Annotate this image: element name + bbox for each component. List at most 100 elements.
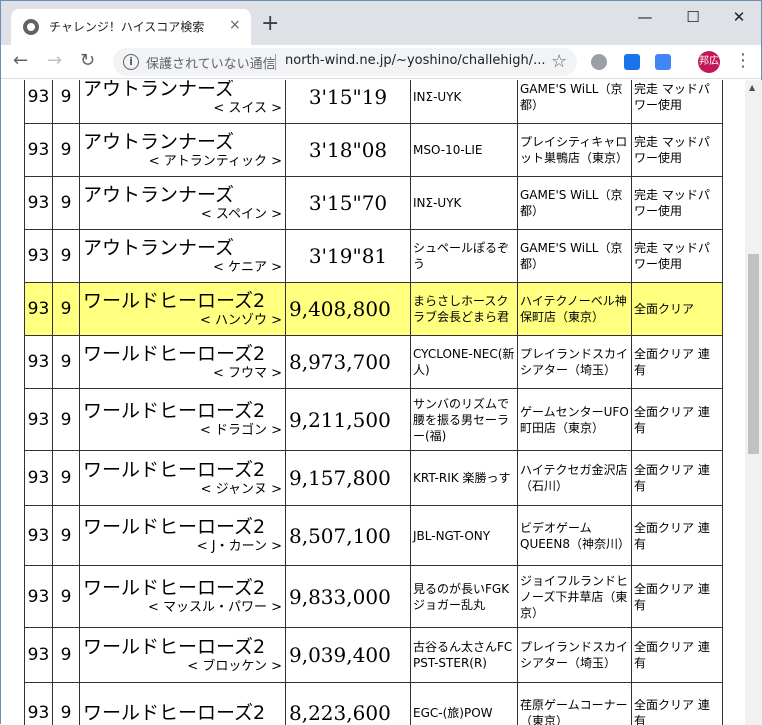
tab-close-icon[interactable]: × bbox=[229, 17, 241, 33]
game-cell: ワールドヒーローズ2< ジャンヌ > bbox=[80, 451, 286, 506]
table-row: 939ワールドヒーローズ2< フウマ >8,973,700CYCLONE-NEC… bbox=[25, 336, 723, 389]
shop-cell: ゲームセンターUFO町田店（東京） bbox=[518, 389, 632, 451]
game-subtitle: < スペイン > bbox=[83, 206, 282, 223]
score-cell: 3'15"70 bbox=[286, 177, 411, 230]
note-cell: 全面クリア bbox=[632, 283, 723, 336]
new-tab-button[interactable]: + bbox=[261, 13, 279, 35]
issue-number-cell: 93 bbox=[25, 389, 53, 451]
reload-button[interactable]: ↻ bbox=[80, 50, 95, 72]
game-title: アウトランナーズ bbox=[83, 237, 282, 259]
month-cell: 9 bbox=[53, 177, 80, 230]
game-title: ワールドヒーローズ2 bbox=[83, 702, 282, 724]
issue-number-cell: 93 bbox=[25, 628, 53, 683]
avatar[interactable]: 邦広 bbox=[698, 51, 720, 73]
scroll-thumb[interactable] bbox=[748, 254, 759, 454]
message-extension-icon[interactable] bbox=[655, 54, 671, 70]
game-subtitle: < マッスル・パワー > bbox=[83, 599, 282, 616]
issue-number-cell: 93 bbox=[25, 506, 53, 566]
table-row: 939ワールドヒーローズ2< ハンゾウ >9,408,800まらさしホースクラブ… bbox=[25, 283, 723, 336]
player-cell: INΣ-UYK bbox=[411, 177, 518, 230]
game-title: ワールドヒーローズ2 bbox=[83, 636, 282, 658]
player-cell: 見るのが長いFGKジョガー乱丸 bbox=[411, 566, 518, 628]
url-text[interactable]: north-wind.ne.jp/~yoshino/challehigh/... bbox=[285, 53, 545, 68]
shop-cell: GAME'S WiLL（京都） bbox=[518, 80, 632, 124]
score-cell: 8,223,600 bbox=[286, 683, 411, 725]
page-content: 939アウトランナーズ< スイス >3'15"19INΣ-UYKGAME'S W… bbox=[1, 80, 745, 725]
highscore-table: 939アウトランナーズ< スイス >3'15"19INΣ-UYKGAME'S W… bbox=[24, 80, 723, 725]
issue-number-cell: 93 bbox=[25, 177, 53, 230]
player-cell: CYCLONE-NEC(新人) bbox=[411, 336, 518, 389]
table-row: 939ワールドヒーローズ2< ドラゴン >9,211,500サンバのリズムで腰を… bbox=[25, 389, 723, 451]
issue-number-cell: 93 bbox=[25, 566, 53, 628]
game-title: ワールドヒーローズ2 bbox=[83, 343, 282, 365]
shop-cell: プレイランドスカイシアター（埼玉） bbox=[518, 628, 632, 683]
back-button[interactable]: ← bbox=[13, 50, 28, 72]
shop-cell: GAME'S WiLL（京都） bbox=[518, 230, 632, 283]
chat-extension-icon[interactable] bbox=[591, 54, 607, 70]
note-cell: 完走 マッドパワー使用 bbox=[632, 230, 723, 283]
month-cell: 9 bbox=[53, 230, 80, 283]
minimize-button[interactable]: — bbox=[625, 7, 665, 29]
month-cell: 9 bbox=[53, 389, 80, 451]
note-cell: 完走 マッドパワー使用 bbox=[632, 177, 723, 230]
table-row: 939アウトランナーズ< スイス >3'15"19INΣ-UYKGAME'S W… bbox=[25, 80, 723, 124]
blog-extension-icon[interactable] bbox=[624, 54, 640, 70]
security-status[interactable]: 保護されていない通信 bbox=[146, 53, 276, 72]
player-cell: JBL-NGT-ONY bbox=[411, 506, 518, 566]
game-title: ワールドヒーローズ2 bbox=[83, 516, 282, 538]
player-cell: 古谷るん太さんFC PST-STER(R) bbox=[411, 628, 518, 683]
game-cell: アウトランナーズ< ケニア > bbox=[80, 230, 286, 283]
game-title: アウトランナーズ bbox=[83, 184, 282, 206]
issue-number-cell: 93 bbox=[25, 336, 53, 389]
game-subtitle: < ジャンヌ > bbox=[83, 481, 282, 498]
month-cell: 9 bbox=[53, 80, 80, 124]
score-cell: 9,211,500 bbox=[286, 389, 411, 451]
table-row: 939アウトランナーズ< スペイン >3'15"70INΣ-UYKGAME'S … bbox=[25, 177, 723, 230]
issue-number-cell: 93 bbox=[25, 451, 53, 506]
bookmark-star-icon[interactable]: ☆ bbox=[551, 51, 567, 72]
game-subtitle: < フウマ > bbox=[83, 365, 282, 382]
shop-cell: 荏原ゲームコーナー（東京） bbox=[518, 683, 632, 725]
player-cell: MSO-10-LIE bbox=[411, 124, 518, 177]
issue-number-cell: 93 bbox=[25, 124, 53, 177]
address-bar[interactable]: i 保護されていない通信 north-wind.ne.jp/~yoshino/c… bbox=[113, 48, 577, 76]
note-cell: 完走 マッドパワー使用 bbox=[632, 124, 723, 177]
table-row: 939ワールドヒーローズ2< J・カーン >8,507,100JBL-NGT-O… bbox=[25, 506, 723, 566]
game-cell: アウトランナーズ< スペイン > bbox=[80, 177, 286, 230]
maximize-button[interactable]: ☐ bbox=[673, 7, 713, 29]
game-cell: ワールドヒーローズ2< ブロッケン > bbox=[80, 628, 286, 683]
game-subtitle: < ハンゾウ > bbox=[83, 312, 282, 329]
game-title: ワールドヒーローズ2 bbox=[83, 290, 282, 312]
shop-cell: ビデオゲームQUEEN8（神奈川） bbox=[518, 506, 632, 566]
score-cell: 8,973,700 bbox=[286, 336, 411, 389]
game-subtitle: < ドラゴン > bbox=[83, 422, 282, 439]
player-cell: KRT-RIK 楽勝っす bbox=[411, 451, 518, 506]
game-title: ワールドヒーローズ2 bbox=[83, 577, 282, 599]
shop-cell: ハイテクノーベル神保町店（東京） bbox=[518, 283, 632, 336]
shop-cell: ハイテクセガ金沢店（石川） bbox=[518, 451, 632, 506]
scroll-up-arrow-icon[interactable]: ▲ bbox=[749, 83, 755, 92]
month-cell: 9 bbox=[53, 506, 80, 566]
game-cell: ワールドヒーローズ2< マッスル・パワー > bbox=[80, 566, 286, 628]
score-cell: 3'19"81 bbox=[286, 230, 411, 283]
game-subtitle: < スイス > bbox=[83, 100, 282, 117]
menu-dots-icon[interactable]: ⋮ bbox=[734, 50, 752, 72]
browser-tab[interactable]: チャレンジ！ハイスコア検索 × bbox=[11, 9, 251, 45]
game-subtitle: < ブロッケン > bbox=[83, 658, 282, 675]
info-icon[interactable]: i bbox=[123, 54, 139, 70]
vertical-scrollbar[interactable]: ▲ bbox=[745, 80, 762, 725]
close-window-button[interactable]: ✕ bbox=[719, 7, 759, 29]
game-title: ワールドヒーローズ2 bbox=[83, 459, 282, 481]
note-cell: 全面クリア 連有 bbox=[632, 389, 723, 451]
game-subtitle: < ケニア > bbox=[83, 259, 282, 276]
forward-button[interactable]: → bbox=[47, 50, 62, 72]
note-cell: 全面クリア 連有 bbox=[632, 336, 723, 389]
game-cell: アウトランナーズ< スイス > bbox=[80, 80, 286, 124]
game-subtitle: < J・カーン > bbox=[83, 538, 282, 555]
game-subtitle: < アトランティック > bbox=[83, 153, 282, 170]
month-cell: 9 bbox=[53, 566, 80, 628]
table-row: 939ワールドヒーローズ2< ブロッケン >9,039,400古谷るん太さんFC… bbox=[25, 628, 723, 683]
game-title: ワールドヒーローズ2 bbox=[83, 400, 282, 422]
shop-cell: プレイランドスカイシアター（埼玉） bbox=[518, 336, 632, 389]
note-cell: 完走 マッドパワー使用 bbox=[632, 80, 723, 124]
